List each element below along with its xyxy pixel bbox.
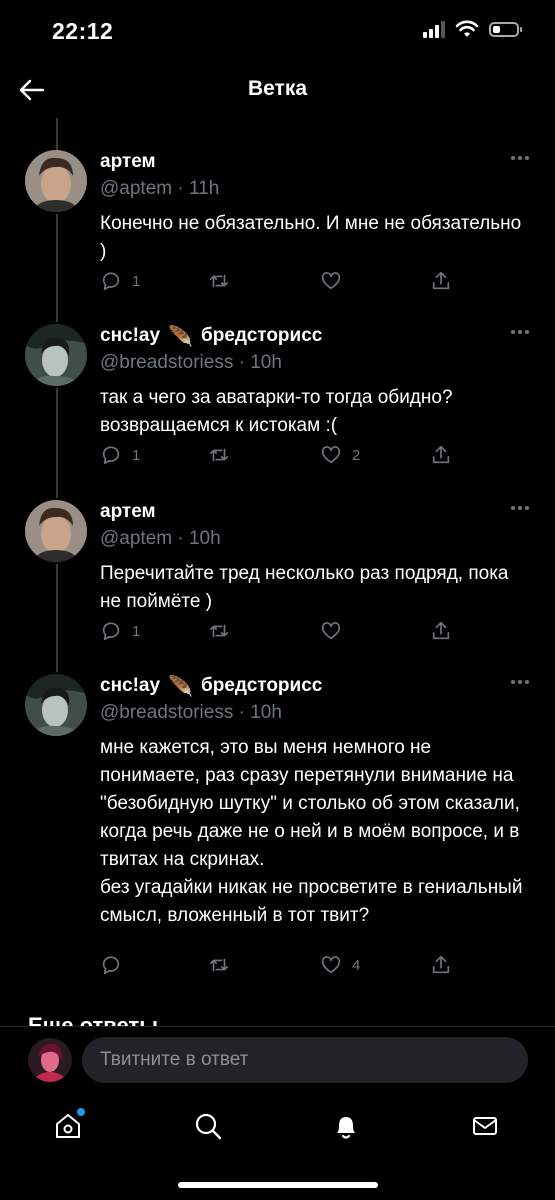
like-count: 2 <box>352 446 361 464</box>
reply-bar: Твитните в ответ <box>0 1026 555 1095</box>
avatar[interactable] <box>25 150 87 212</box>
share-icon <box>432 621 450 640</box>
tab-messages[interactable] <box>467 1108 503 1144</box>
tweet-actions: 1 <box>100 620 535 646</box>
status-bar: 22:12 <box>0 0 555 62</box>
author-name-suffix: бредсторисс <box>200 675 323 696</box>
tweet-actions: 4 <box>100 954 535 980</box>
tweet-text: Перечитайте тред несколько раз подряд, п… <box>100 563 509 612</box>
retweet-icon <box>209 624 229 638</box>
heart-icon <box>321 272 341 290</box>
more-options-button[interactable] <box>511 680 529 684</box>
share-icon <box>432 271 450 290</box>
reply-button[interactable] <box>100 954 132 976</box>
share-icon <box>432 445 450 464</box>
author-handle: @aptem · 11h <box>100 178 220 199</box>
tab-home[interactable] <box>50 1108 86 1144</box>
feather-icon: 🪶 <box>168 675 193 698</box>
share-button[interactable] <box>430 954 452 976</box>
author-name[interactable]: снс!ау <box>100 675 160 697</box>
more-options-button[interactable] <box>511 156 529 160</box>
tweet-actions: 1 <box>100 270 535 296</box>
cellular-signal-icon <box>423 20 445 38</box>
retweet-icon <box>209 274 229 288</box>
author-row: снс!ау 🪶 бредсторисс <box>100 674 531 698</box>
avatar[interactable] <box>25 674 87 736</box>
status-time: 22:12 <box>52 18 114 44</box>
tab-notifications[interactable] <box>328 1108 364 1144</box>
like-button[interactable] <box>320 620 352 642</box>
page-title: Ветка <box>247 77 308 100</box>
tweet-text: так а чего за аватарки-то тогда обидно? … <box>100 387 453 436</box>
retweet-icon <box>209 958 229 972</box>
heart-icon <box>321 446 341 464</box>
wifi-icon <box>455 20 479 37</box>
tweet[interactable]: снс!ау 🪶 бредсторисс @breadstoriess · 10… <box>0 674 555 984</box>
retweet-button[interactable] <box>208 444 240 466</box>
tab-search[interactable] <box>190 1108 226 1144</box>
reply-count: 1 <box>132 272 141 290</box>
reply-icon <box>102 956 120 975</box>
reply-button[interactable]: 1 <box>100 270 140 292</box>
reply-button[interactable]: 1 <box>100 444 140 466</box>
tweet-text: Конечно не обязательно. И мне не обязате… <box>100 213 522 262</box>
share-button[interactable] <box>430 270 452 292</box>
like-button[interactable]: 4 <box>320 954 360 976</box>
mail-icon <box>473 1117 497 1135</box>
author-handle: @breadstoriess · 10h <box>100 702 282 723</box>
share-icon <box>432 955 450 974</box>
reply-icon <box>102 272 120 291</box>
author-name[interactable]: артем <box>100 151 156 173</box>
retweet-button[interactable] <box>208 270 240 292</box>
avatar[interactable] <box>25 324 87 386</box>
reply-icon <box>102 622 120 641</box>
author-handle: @breadstoriess · 10h <box>100 352 282 373</box>
tweet[interactable]: снс!ау 🪶 бредсторисс @breadstoriess · 10… <box>0 324 555 474</box>
more-options-button[interactable] <box>511 330 529 334</box>
retweet-button[interactable] <box>208 620 240 642</box>
reply-button[interactable]: 1 <box>100 620 140 642</box>
reply-count: 1 <box>132 622 141 640</box>
author-row: артем <box>100 500 531 524</box>
like-button[interactable] <box>320 270 352 292</box>
like-count: 4 <box>352 956 361 974</box>
author-name[interactable]: артем <box>100 501 156 523</box>
heart-icon <box>321 622 341 640</box>
author-name-suffix: бредсторисс <box>200 325 323 346</box>
tweet-text: мне кажется, это вы меня немного не пони… <box>100 737 523 926</box>
like-button[interactable]: 2 <box>320 444 360 466</box>
author-name[interactable]: снс!ау <box>100 325 160 347</box>
author-row: снс!ау 🪶 бредсторисс <box>100 324 531 348</box>
tweet[interactable]: артем @aptem · 11h Конечно не обязательн… <box>0 150 555 300</box>
reply-icon <box>102 446 120 465</box>
bell-icon <box>337 1117 355 1139</box>
author-row: артем <box>100 150 531 174</box>
feather-icon: 🪶 <box>168 325 193 348</box>
search-icon <box>195 1113 222 1140</box>
reply-input[interactable]: Твитните в ответ <box>82 1037 528 1083</box>
share-button[interactable] <box>430 444 452 466</box>
new-tweets-indicator <box>77 1108 85 1116</box>
share-button[interactable] <box>430 620 452 642</box>
avatar[interactable] <box>25 500 87 562</box>
home-indicator[interactable] <box>178 1182 378 1188</box>
more-replies-heading: Еще ответы <box>28 1013 158 1026</box>
thread-connector <box>56 118 58 150</box>
battery-icon <box>489 21 522 37</box>
retweet-icon <box>209 448 229 462</box>
author-handle: @aptem · 10h <box>100 528 221 549</box>
heart-icon <box>321 956 341 974</box>
reply-count: 1 <box>132 446 141 464</box>
more-options-button[interactable] <box>511 506 529 510</box>
retweet-button[interactable] <box>208 954 240 976</box>
header: Ветка <box>0 62 555 118</box>
tweet-actions: 1 2 <box>100 444 535 470</box>
user-avatar[interactable] <box>28 1038 72 1082</box>
status-icons <box>423 20 522 38</box>
tweet[interactable]: артем @aptem · 10h Перечитайте тред неск… <box>0 500 555 650</box>
